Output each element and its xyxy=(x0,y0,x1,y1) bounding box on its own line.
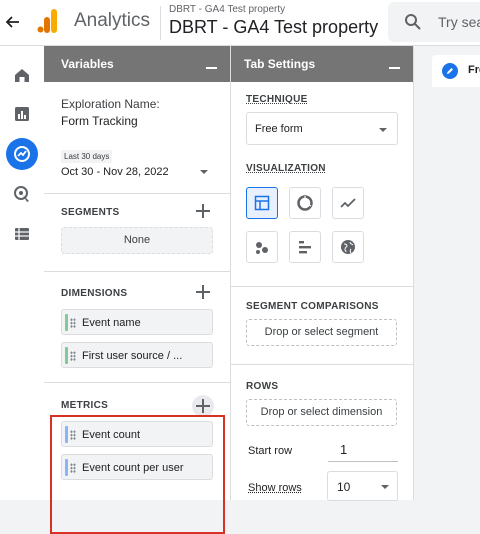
back-arrow-icon[interactable] xyxy=(4,13,22,31)
technique-label: TECHNIQUE xyxy=(246,94,308,105)
start-row-value: 1 xyxy=(340,442,348,457)
show-rows-label: Show rows xyxy=(248,482,302,494)
divider xyxy=(44,382,231,383)
drag-handle-icon[interactable] xyxy=(65,314,68,331)
segment-comparisons-label: SEGMENT COMPARISONS xyxy=(246,301,379,312)
drag-handle-icon[interactable] xyxy=(65,426,68,443)
account-path[interactable]: DBRT - GA4 Test property xyxy=(169,4,285,15)
analytics-logo-icon xyxy=(37,9,59,33)
technique-select[interactable]: Free form xyxy=(246,112,398,145)
home-icon[interactable] xyxy=(6,59,38,91)
show-rows-select[interactable]: 10 xyxy=(327,471,398,501)
viz-geo-button[interactable] xyxy=(332,231,364,263)
line-chart-icon xyxy=(340,198,356,208)
dimension-label: First user source / ... xyxy=(82,350,183,362)
configure-icon[interactable] xyxy=(6,218,38,250)
dimension-chip[interactable]: Event name xyxy=(61,309,213,335)
advertising-icon[interactable] xyxy=(6,178,38,210)
metric-chip[interactable]: Event count per user xyxy=(61,454,213,480)
canvas-area: Fre xyxy=(414,46,480,500)
scatter-plot-icon xyxy=(256,242,268,254)
product-name: Analytics xyxy=(74,10,151,31)
bar-chart-icon xyxy=(299,241,311,254)
tab-settings-title: Tab Settings xyxy=(244,57,316,71)
canvas-tab-label: Fre xyxy=(468,64,480,76)
drag-dots-icon xyxy=(70,351,76,361)
drag-handle-icon[interactable] xyxy=(65,347,68,364)
dimension-drop-zone[interactable]: Drop or select dimension xyxy=(246,399,397,426)
chevron-down-icon xyxy=(200,170,208,174)
technique-value: Free form xyxy=(255,123,303,135)
dimension-label: Event name xyxy=(82,317,141,329)
divider xyxy=(44,271,231,272)
variables-title: Variables xyxy=(61,57,114,71)
rows-label: ROWS xyxy=(246,381,279,392)
top-bar: Analytics DBRT - GA4 Test property DBRT … xyxy=(0,0,480,46)
metric-chip[interactable]: Event count xyxy=(61,421,213,447)
add-metric-button[interactable] xyxy=(192,395,214,417)
date-range-value: Oct 30 - Nov 28, 2022 xyxy=(61,166,169,178)
tab-settings-header: Tab Settings xyxy=(231,46,413,82)
edit-pencil-icon[interactable] xyxy=(442,63,458,79)
geo-map-icon xyxy=(341,240,355,254)
viz-scatter-button[interactable] xyxy=(246,231,278,263)
dimensions-label: DIMENSIONS xyxy=(61,288,128,299)
donut-chart-icon xyxy=(297,195,313,211)
variables-panel: Variables Exploration Name: Form Trackin… xyxy=(44,46,231,534)
exploration-name-input[interactable]: Form Tracking xyxy=(61,114,138,128)
add-metric-icon xyxy=(196,399,210,413)
divider xyxy=(44,193,231,194)
add-dimension-icon[interactable] xyxy=(196,285,210,299)
start-row-label: Start row xyxy=(248,445,293,457)
segment-chip-none[interactable]: None xyxy=(61,227,213,254)
drag-dots-icon xyxy=(70,463,76,473)
search-bar[interactable]: Try sea xyxy=(388,2,480,42)
reports-icon[interactable] xyxy=(6,98,38,130)
date-range-picker[interactable]: Last 30 days Oct 30 - Nov 28, 2022 xyxy=(61,150,213,184)
divider xyxy=(231,364,414,365)
viz-bar-button[interactable] xyxy=(289,231,321,263)
table-icon xyxy=(254,195,270,211)
dimension-chip[interactable]: First user source / ... xyxy=(61,342,213,368)
viz-line-button[interactable] xyxy=(332,187,364,219)
header-divider xyxy=(160,6,161,40)
variables-panel-header: Variables xyxy=(44,46,230,82)
drag-dots-icon xyxy=(70,430,76,440)
segments-label: SEGMENTS xyxy=(61,207,120,218)
property-selector[interactable]: DBRT - GA4 Test property xyxy=(169,17,378,38)
start-row-input[interactable]: 1 xyxy=(328,435,398,462)
show-rows-value: 10 xyxy=(337,480,351,494)
divider xyxy=(231,286,414,287)
left-nav-rail xyxy=(0,46,44,500)
viz-donut-button[interactable] xyxy=(289,187,321,219)
metrics-label: METRICS xyxy=(61,400,109,411)
drag-handle-icon[interactable] xyxy=(65,459,68,476)
explore-icon[interactable] xyxy=(6,138,38,170)
metric-label: Event count xyxy=(82,429,141,441)
exploration-name-label: Exploration Name: xyxy=(61,97,160,111)
viz-table-button[interactable] xyxy=(246,187,278,219)
canvas-tab[interactable]: Fre xyxy=(432,55,480,87)
add-segment-icon[interactable] xyxy=(196,204,210,218)
search-placeholder: Try sea xyxy=(438,14,480,30)
chevron-down-icon xyxy=(379,128,387,132)
segment-drop-zone[interactable]: Drop or select segment xyxy=(246,319,397,346)
minimize-icon[interactable] xyxy=(389,67,400,69)
date-range-badge: Last 30 days xyxy=(61,150,113,163)
search-icon xyxy=(404,13,422,31)
metric-label: Event count per user xyxy=(82,462,184,474)
chevron-down-icon xyxy=(381,485,389,489)
drag-dots-icon xyxy=(70,318,76,328)
visualization-label: VISUALIZATION xyxy=(246,163,326,174)
tab-settings-panel: Tab Settings TECHNIQUE Free form VISUALI… xyxy=(231,46,414,501)
minimize-icon[interactable] xyxy=(206,67,217,69)
